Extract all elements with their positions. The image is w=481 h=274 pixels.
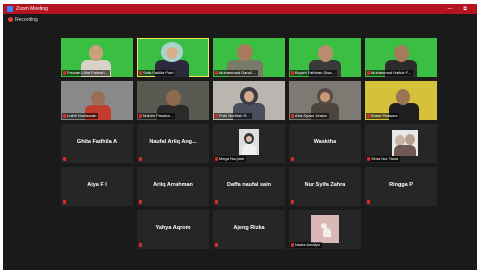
video-tile[interactable]: Ariiq Arrahman	[137, 167, 209, 206]
muted-mic-icon	[367, 200, 370, 204]
video-tile[interactable]: Ajeng Rizka	[213, 210, 285, 249]
muted-mic-icon	[63, 157, 66, 161]
minimize-button[interactable]: —	[445, 5, 455, 13]
muted-mic-icon	[63, 113, 66, 118]
muted-mic-icon	[291, 157, 294, 161]
muted-mic-icon	[139, 200, 142, 204]
video-tile[interactable]: Mega Nurpiah	[213, 124, 285, 163]
recording-indicator[interactable]: Recording	[8, 16, 38, 24]
participant-name-label: Putri Nurfitah R...	[214, 113, 252, 119]
zoom-window: Zoom Meeting — ⧉ Recording Fauzan Lilfat…	[3, 4, 477, 270]
muted-mic-icon	[215, 243, 218, 247]
muted-mic-icon	[215, 70, 218, 75]
muted-mic-icon	[63, 70, 66, 75]
video-tile[interactable]: Ringga P	[365, 167, 437, 206]
muted-mic-icon	[291, 242, 294, 247]
muted-mic-icon	[139, 243, 142, 247]
video-tile[interactable]: Sinta Nur Tania	[365, 124, 437, 163]
participant-name: Yahya Aqrom	[155, 225, 191, 231]
participant-name: Ringga P	[389, 182, 413, 188]
muted-mic-icon	[215, 156, 218, 161]
muted-mic-icon	[367, 113, 370, 118]
maximize-button[interactable]: ⧉	[460, 5, 470, 13]
participant-name: Nur Syifa Zahra	[304, 182, 346, 188]
video-tile[interactable]: Mahim Pasaba...	[137, 81, 209, 120]
video-tile[interactable]: Irham Pratama	[365, 81, 437, 120]
participant-name-label: Nadia Amalya	[290, 242, 322, 248]
participant-name-label: Muhammad Dandi ...	[214, 70, 259, 76]
profile-photo	[239, 129, 259, 155]
muted-mic-icon	[63, 200, 66, 204]
participant-name-label: Sofa Fadilla Putri	[138, 70, 176, 76]
muted-mic-icon	[139, 157, 142, 161]
video-tile[interactable]: Nur Syifa Zahra	[289, 167, 361, 206]
zoom-app-icon	[7, 6, 13, 12]
video-tile[interactable]: Naufal Ariiq Ang...	[137, 124, 209, 163]
participant-name: Ghita Fadhila A	[76, 139, 118, 145]
profile-photo	[311, 215, 339, 243]
video-tile[interactable]: Aiya F I	[61, 167, 133, 206]
participant-name-label: Fauzan Lilfat Fatmah...	[62, 70, 110, 76]
participant-name-label: Bryant Fathhan Disa...	[290, 70, 337, 76]
muted-mic-icon	[291, 113, 294, 118]
participant-name-label: Afra Dyaar Jeskia	[290, 113, 329, 119]
video-tile[interactable]: Afra Dyaar Jeskia	[289, 81, 361, 120]
video-tile[interactable]: Luthfi Nurfauzan	[61, 81, 133, 120]
participant-name-label: Mega Nurpiah	[214, 156, 247, 162]
profile-photo	[392, 130, 418, 156]
video-tile-active-speaker[interactable]: Sofa Fadilla Putri	[137, 38, 209, 77]
video-tile[interactable]: Putri Nurfitah R...	[213, 81, 285, 120]
video-tile[interactable]: Nadia Amalya	[289, 210, 361, 249]
muted-mic-icon	[215, 200, 218, 204]
participant-name-label: Sinta Nur Tania	[366, 156, 401, 162]
recording-label: Recording	[15, 17, 38, 23]
participant-name-label: Muhammad Hafidz F...	[366, 70, 414, 76]
muted-mic-icon	[291, 200, 294, 204]
participant-name: Ajeng Rizka	[233, 225, 265, 231]
participant-name: Naufal Ariiq Ang...	[149, 139, 197, 145]
muted-mic-icon	[139, 70, 142, 75]
muted-mic-icon	[215, 113, 218, 118]
participant-name-label: Irham Pratama	[366, 113, 400, 119]
participant-name: Ariiq Arrahman	[153, 182, 193, 188]
participant-name: Wasktha	[313, 139, 337, 145]
video-tile[interactable]: Daffa naufal sain	[213, 167, 285, 206]
record-dot-icon	[8, 17, 13, 23]
video-tile[interactable]: Yahya Aqrom	[137, 210, 209, 249]
video-tile[interactable]: Wasktha	[289, 124, 361, 163]
participant-name-label: Mahim Pasaba...	[138, 113, 176, 119]
participant-name: Daffa naufal sain	[226, 182, 271, 188]
muted-mic-icon	[367, 156, 370, 161]
video-tile[interactable]: Ghita Fadhila A	[61, 124, 133, 163]
muted-mic-icon	[367, 70, 370, 75]
muted-mic-icon	[139, 113, 142, 118]
video-tile[interactable]: Bryant Fathhan Disa...	[289, 38, 361, 77]
window-title: Zoom Meeting	[16, 6, 48, 12]
muted-mic-icon	[291, 70, 294, 75]
video-tile[interactable]: Muhammad Hafidz F...	[365, 38, 437, 77]
title-bar: Zoom Meeting — ⧉	[3, 4, 477, 14]
video-tile[interactable]: Fauzan Lilfat Fatmah...	[61, 38, 133, 77]
video-tile[interactable]: Muhammad Dandi ...	[213, 38, 285, 77]
participant-name-label: Luthfi Nurfauzan	[62, 113, 99, 119]
participant-name: Aiya F I	[87, 182, 107, 188]
